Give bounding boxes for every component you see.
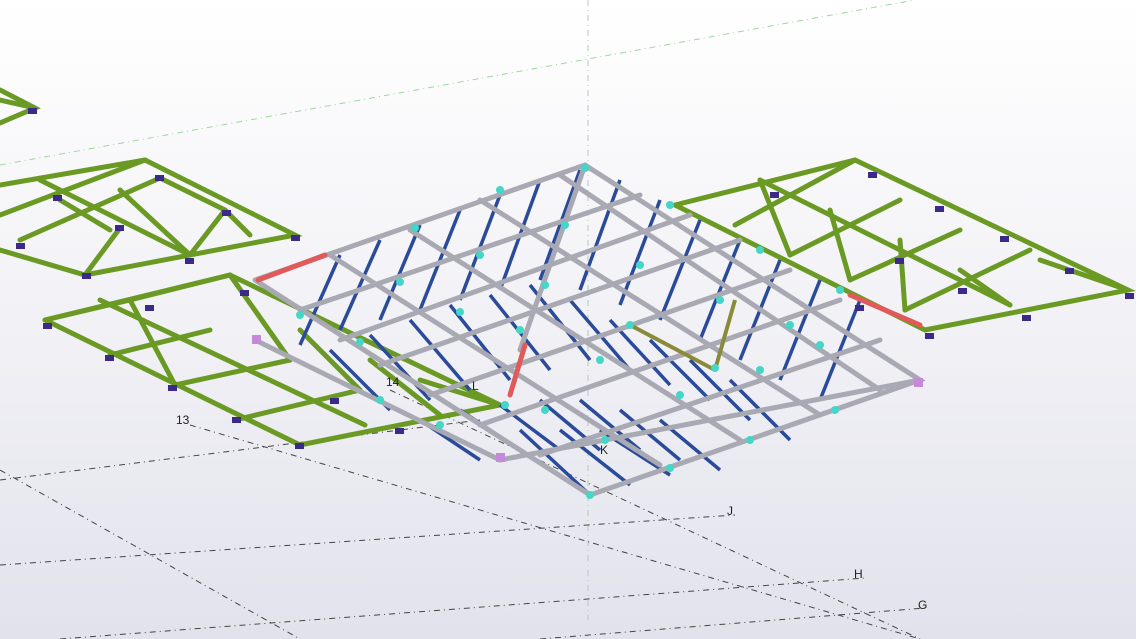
- grid-label-14: 14: [386, 375, 400, 389]
- grid-line-diag-2: [389, 389, 921, 639]
- grid-line-13: [189, 424, 921, 639]
- grid-label-k: K: [600, 443, 608, 457]
- green-trusses[interactable]: [0, 87, 1136, 448]
- truss-top-left-partial: [0, 87, 41, 126]
- grid-line-h: [59, 577, 866, 639]
- model-viewport[interactable]: 13 14 L K J H G: [0, 0, 1136, 639]
- grid-line-diag-1: [0, 419, 481, 481]
- grid-label-j: J: [727, 504, 733, 518]
- truss-right: [672, 157, 1136, 333]
- grid-label-l: L: [472, 379, 479, 393]
- grid-label-g: G: [918, 598, 927, 612]
- grid-line-green: [0, 0, 916, 166]
- grid-line-j: [0, 514, 736, 566]
- grid-label-13: 13: [176, 413, 190, 427]
- truss-upper-left: [0, 157, 303, 278]
- model-scene[interactable]: 13 14 L K J H G: [0, 0, 1136, 639]
- grid-label-h: H: [854, 567, 863, 581]
